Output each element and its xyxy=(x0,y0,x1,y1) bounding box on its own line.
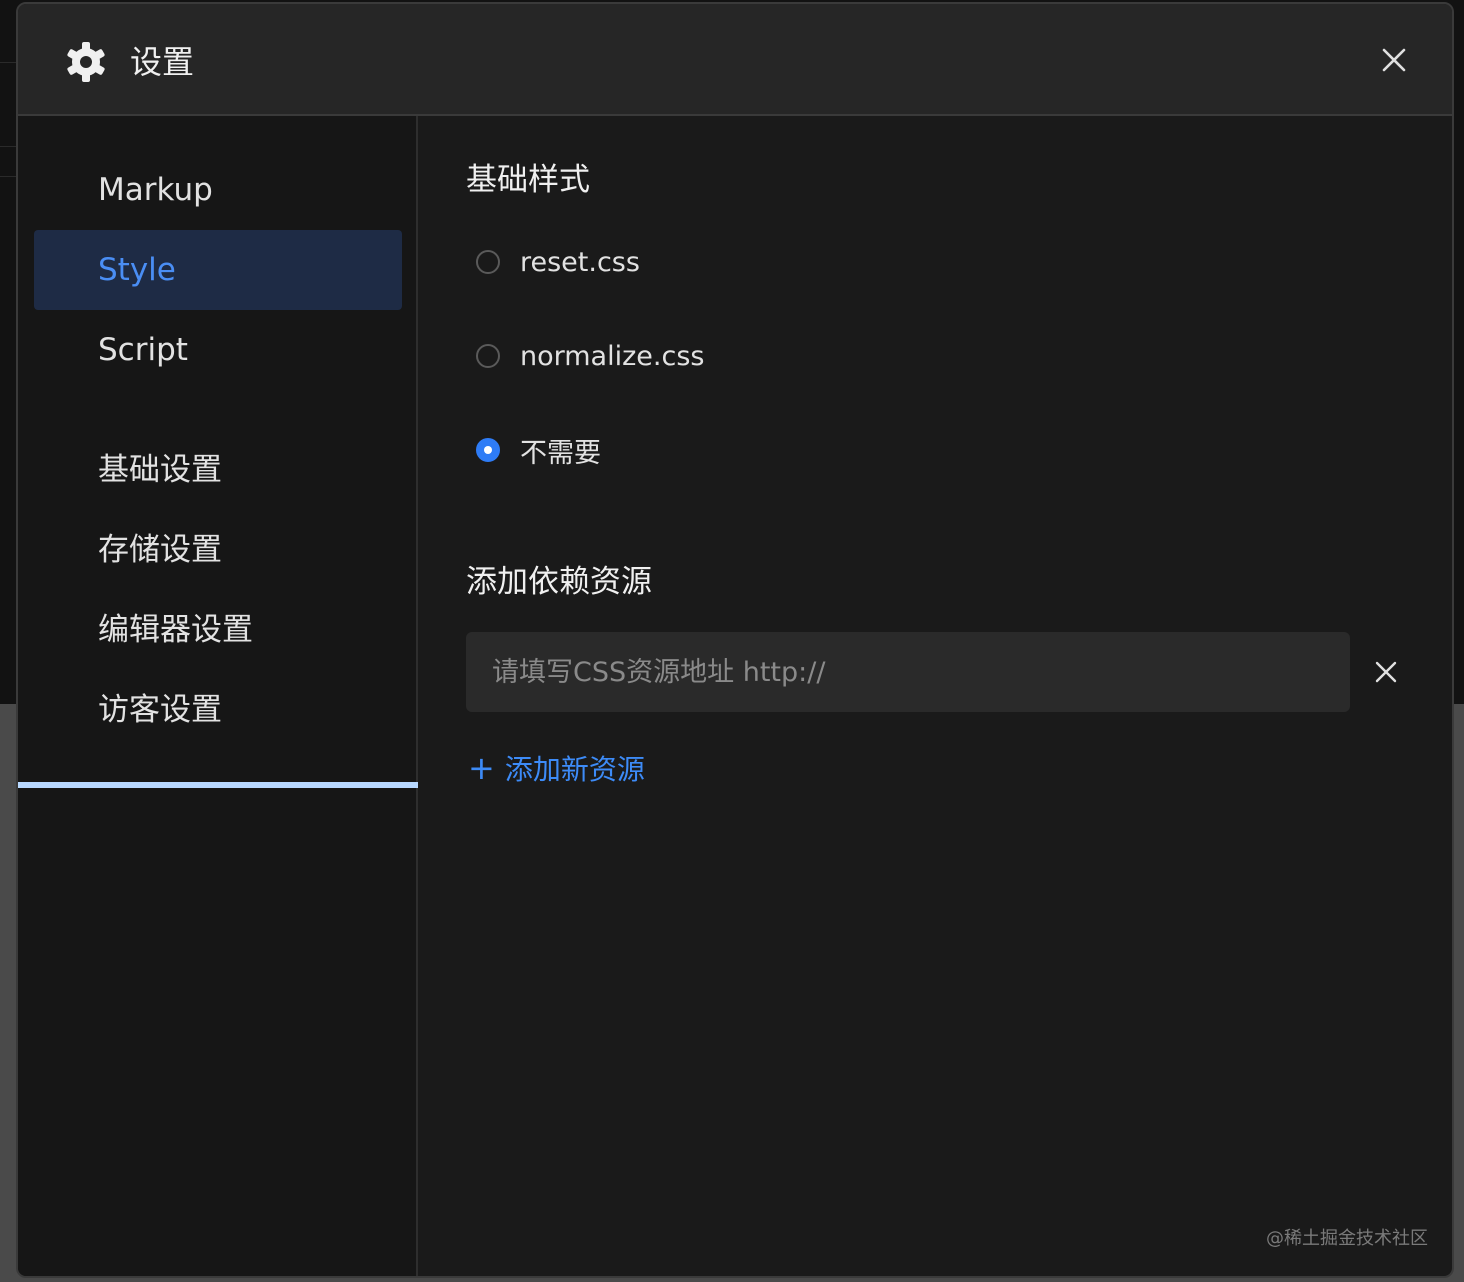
radio-option-reset-css[interactable]: reset.css xyxy=(476,240,640,284)
sidebar-item-storage-settings[interactable]: 存储设置 xyxy=(34,510,402,590)
radio-option-normalize-css[interactable]: normalize.css xyxy=(476,334,704,378)
sidebar-item-markup[interactable]: Markup xyxy=(34,150,402,230)
css-resource-url-input[interactable] xyxy=(466,632,1350,712)
radio-label: normalize.css xyxy=(520,340,705,372)
plus-icon: + xyxy=(468,749,495,787)
close-icon[interactable] xyxy=(1380,46,1408,74)
sidebar-item-script[interactable]: Script xyxy=(34,310,402,390)
dialog-header: 设置 xyxy=(18,4,1452,116)
settings-sidebar: Markup Style Script 基础设置 存储设置 编辑器设置 访客设置 xyxy=(18,116,418,1276)
radio-button[interactable] xyxy=(476,250,500,274)
remove-resource-icon[interactable] xyxy=(1374,660,1398,684)
dependencies-title: 添加依赖资源 xyxy=(466,564,652,600)
sidebar-item-visitor-settings[interactable]: 访客设置 xyxy=(34,670,402,750)
base-style-title: 基础样式 xyxy=(466,162,590,198)
radio-label: 不需要 xyxy=(520,437,601,469)
dialog-title: 设置 xyxy=(130,43,195,81)
radio-button[interactable] xyxy=(476,344,500,368)
add-resource-button[interactable]: + 添加新资源 xyxy=(468,746,645,790)
radio-button-checked[interactable] xyxy=(476,438,500,462)
sidebar-divider xyxy=(18,782,418,788)
settings-dialog: 设置 Markup Style Script 基础设置 存储设置 编辑器设置 访… xyxy=(16,2,1454,1278)
radio-label: reset.css xyxy=(520,246,640,278)
settings-content: 基础样式 reset.css normalize.css 不需要 添加依赖资源 … xyxy=(418,116,1452,1276)
gear-icon xyxy=(67,42,105,82)
sidebar-item-editor-settings[interactable]: 编辑器设置 xyxy=(34,590,402,670)
radio-option-none[interactable]: 不需要 xyxy=(476,428,601,472)
watermark: @稀土掘金技术社区 xyxy=(1266,1228,1428,1249)
sidebar-item-basic-settings[interactable]: 基础设置 xyxy=(34,430,402,510)
add-resource-label: 添加新资源 xyxy=(504,753,645,786)
sidebar-item-style[interactable]: Style xyxy=(34,230,402,310)
